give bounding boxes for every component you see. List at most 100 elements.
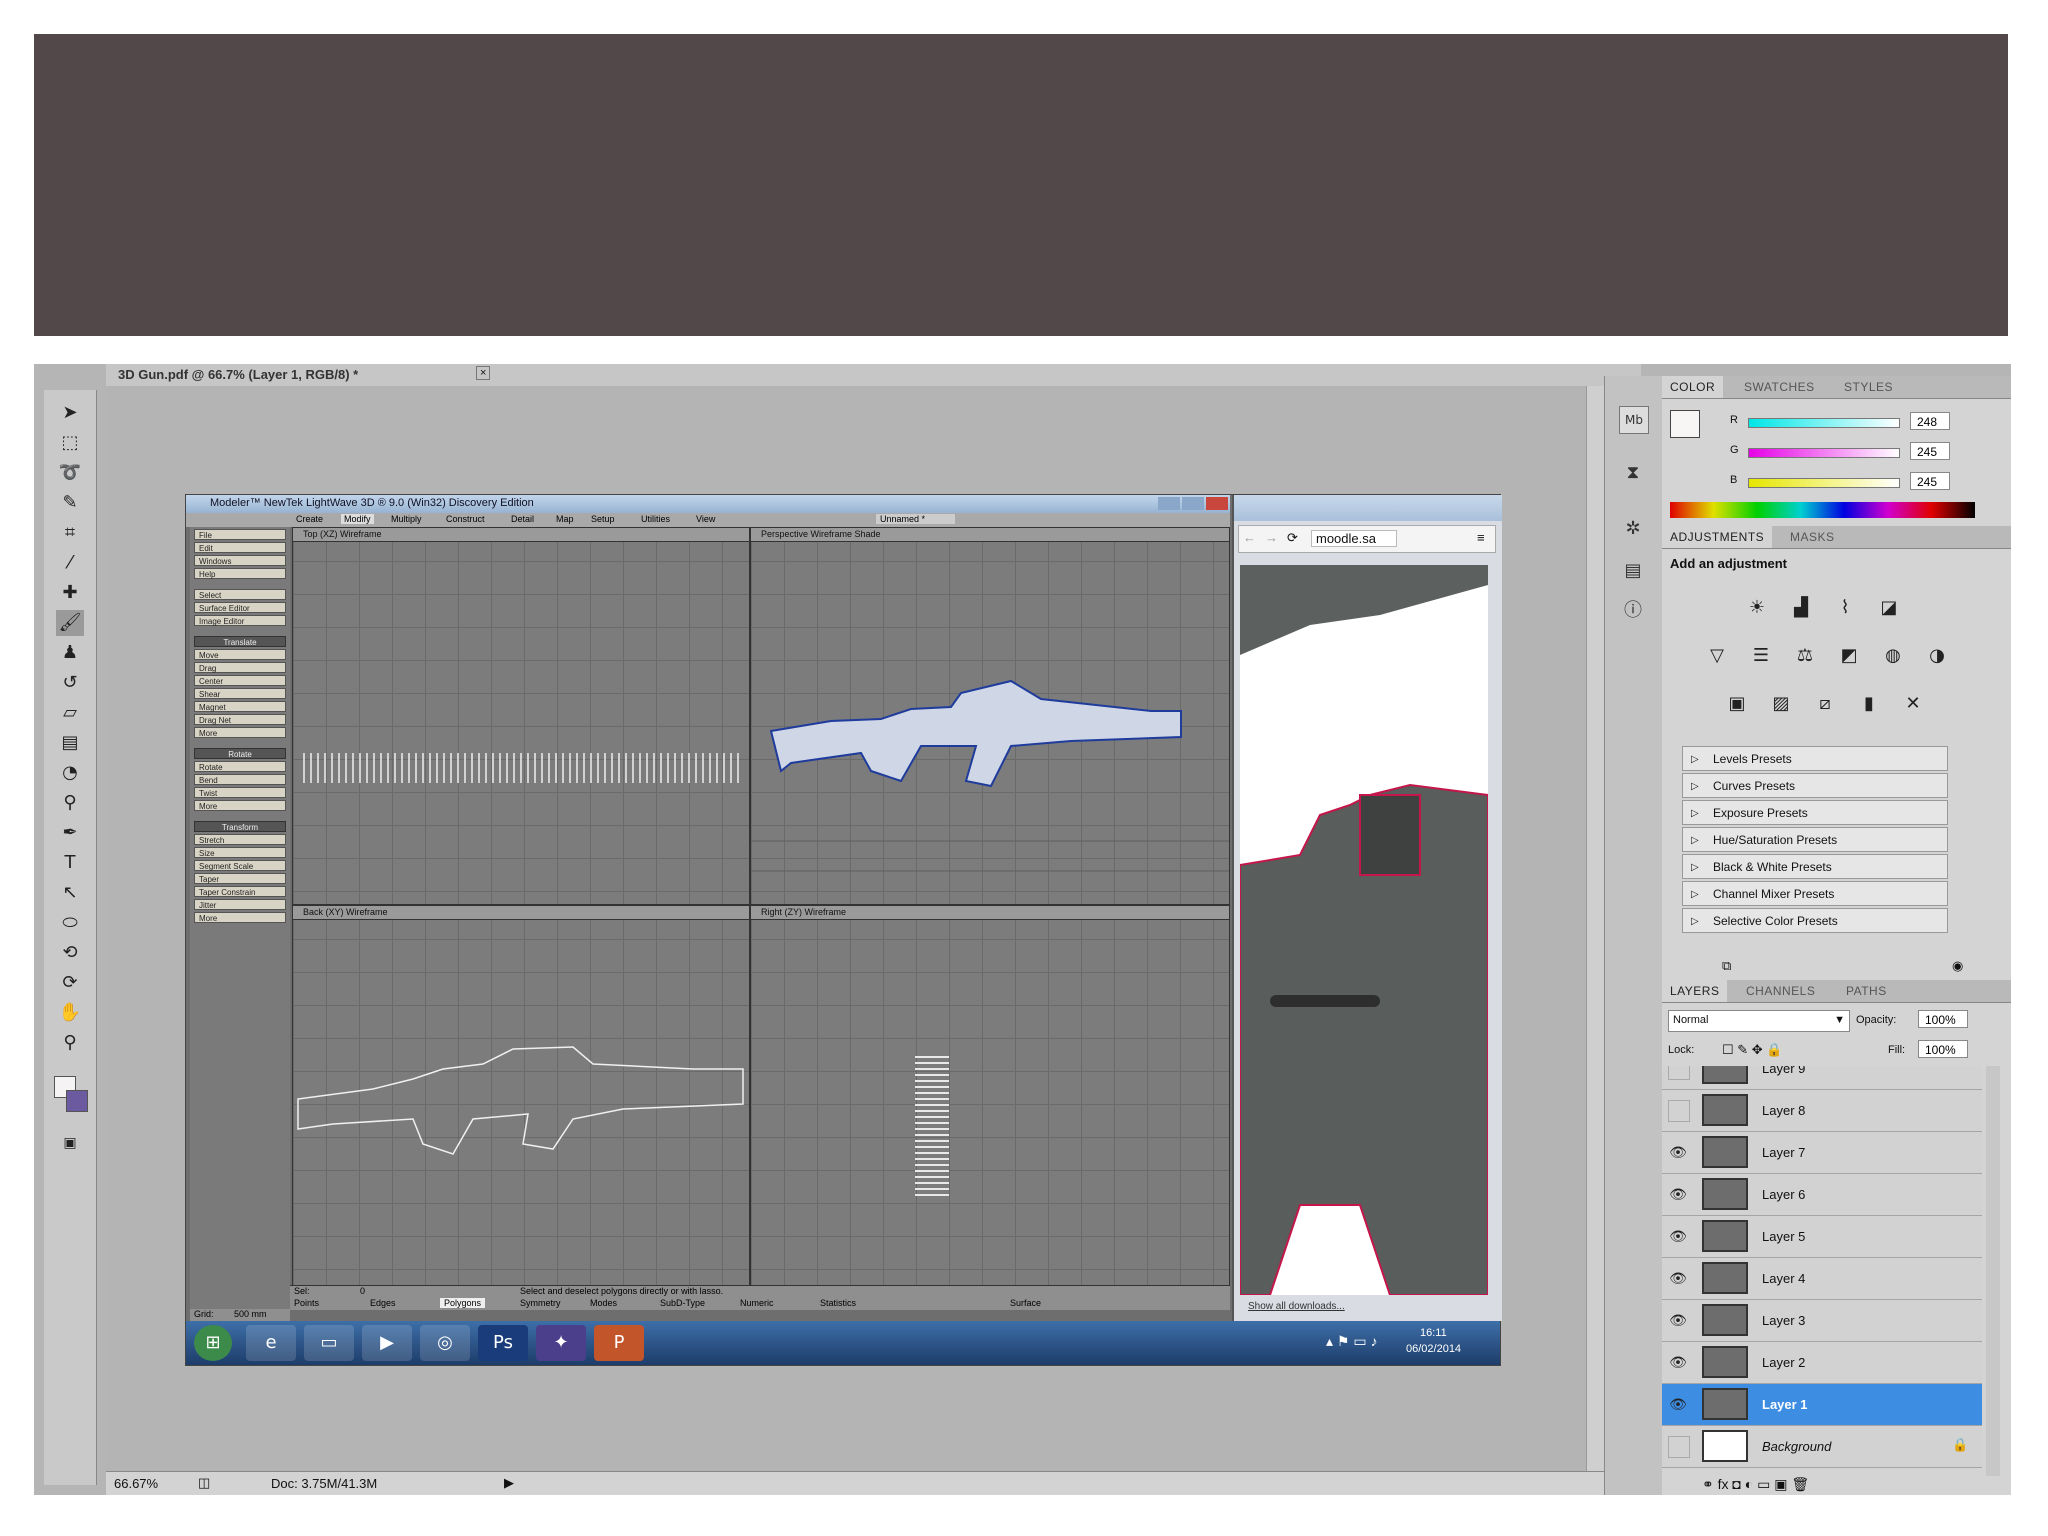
color-spectrum-bar[interactable]: [1670, 502, 1975, 518]
threshold-icon[interactable]: ⧄: [1810, 690, 1840, 718]
maximize-icon[interactable]: [1182, 497, 1204, 510]
mode-symmetry[interactable]: Symmetry: [520, 1298, 561, 1308]
hue-saturation-icon[interactable]: ☰: [1746, 642, 1776, 670]
sidebar-translate-button[interactable]: Magnet: [194, 701, 286, 712]
brush-tool-icon[interactable]: 🖌: [56, 610, 84, 636]
menu-icon[interactable]: ≡: [1477, 530, 1485, 545]
viewport-right[interactable]: Right (ZY) Wireframe: [750, 905, 1230, 1287]
path-select-tool-icon[interactable]: ↖: [56, 880, 84, 906]
mode-statistics[interactable]: Statistics: [820, 1298, 856, 1308]
preset-exposure[interactable]: ▷ Exposure Presets: [1682, 800, 1948, 825]
sidebar-rotate-button[interactable]: Twist: [194, 787, 286, 798]
sidebar-menu-button[interactable]: Help: [194, 568, 286, 579]
sidebar-menu-button[interactable]: Windows: [194, 555, 286, 566]
sidebar-transform-button[interactable]: Size: [194, 847, 286, 858]
tab-detail[interactable]: Detail: [511, 514, 534, 524]
channel-g-value[interactable]: 245: [1910, 442, 1950, 460]
hidden-visibility-icon[interactable]: [1668, 1066, 1690, 1080]
curves-icon[interactable]: ⌇: [1830, 594, 1860, 622]
eyedropper-tool-icon[interactable]: ⁄: [56, 550, 84, 576]
tab-multiply[interactable]: Multiply: [391, 514, 422, 524]
lock-icons[interactable]: ☐ ✎ ✥ 🔒: [1722, 1042, 1782, 1058]
color-balance-icon[interactable]: ⚖: [1790, 642, 1820, 670]
powerpoint-icon[interactable]: P: [594, 1325, 644, 1361]
close-tab-icon[interactable]: ×: [476, 366, 491, 380]
shape-tool-icon[interactable]: ⬭: [56, 910, 84, 936]
eye-icon[interactable]: 👁: [1668, 1352, 1688, 1372]
layer-row[interactable]: 👁 Layer 5: [1662, 1216, 1982, 1258]
tab-styles[interactable]: STYLES: [1836, 376, 1901, 398]
tab-masks[interactable]: MASKS: [1782, 526, 1843, 548]
tab-setup[interactable]: Setup: [591, 514, 615, 524]
hand-tool-icon[interactable]: ✋: [56, 1000, 84, 1026]
layer-row[interactable]: 👁 Layer 4: [1662, 1258, 1982, 1300]
history-icon[interactable]: ⧗: [1619, 460, 1647, 486]
hidden-visibility-icon[interactable]: [1668, 1436, 1690, 1458]
mode-edges[interactable]: Edges: [370, 1298, 396, 1308]
layer-row[interactable]: 👁 Layer 3: [1662, 1300, 1982, 1342]
eye-icon[interactable]: 👁: [1668, 1394, 1688, 1414]
object-select[interactable]: Unnamed *: [876, 514, 956, 524]
brightness-icon[interactable]: ☀: [1742, 594, 1772, 622]
clone-stamp-tool-icon[interactable]: ♟: [56, 640, 84, 666]
levels-icon[interactable]: ▟: [1786, 594, 1816, 622]
tab-view[interactable]: View: [696, 514, 715, 524]
layer-row[interactable]: Layer 8: [1662, 1090, 1982, 1132]
mode-points[interactable]: Points: [294, 1298, 319, 1308]
healing-brush-tool-icon[interactable]: ✚: [56, 580, 84, 606]
sidebar-transform-button[interactable]: Taper: [194, 873, 286, 884]
tab-layers[interactable]: LAYERS: [1662, 980, 1728, 1002]
eye-icon[interactable]: 👁: [1668, 1226, 1688, 1246]
quick-select-tool-icon[interactable]: ✎: [56, 490, 84, 516]
mode-numeric[interactable]: Numeric: [740, 1298, 774, 1308]
mode-polygons[interactable]: Polygons: [440, 1298, 486, 1308]
sidebar-translate-button[interactable]: Drag: [194, 662, 286, 673]
exposure-icon[interactable]: ◪: [1874, 594, 1904, 622]
black-white-icon[interactable]: ◩: [1834, 642, 1864, 670]
history-brush-tool-icon[interactable]: ↺: [56, 670, 84, 696]
forward-icon[interactable]: →: [1265, 530, 1278, 545]
opacity-value[interactable]: 100%: [1918, 1010, 1968, 1028]
eye-icon[interactable]: 👁: [1668, 1142, 1688, 1162]
mode-modes[interactable]: Modes: [590, 1298, 617, 1308]
tab-channels[interactable]: CHANNELS: [1738, 980, 1823, 1002]
histogram-icon[interactable]: ▤: [1619, 558, 1647, 584]
preset-black-white[interactable]: ▷ Black & White Presets: [1682, 854, 1948, 879]
toggle-visibility-icon[interactable]: ◉: [1952, 958, 1963, 974]
preset-hue-saturation[interactable]: ▷ Hue/Saturation Presets: [1682, 827, 1948, 852]
sidebar-translate-button[interactable]: More: [194, 727, 286, 738]
navigator-icon[interactable]: ✲: [1619, 516, 1647, 542]
sidebar-transform-button[interactable]: Stretch: [194, 834, 286, 845]
mode-subd-type[interactable]: SubD-Type: [660, 1298, 705, 1308]
zoom-tool-icon[interactable]: ⚲: [56, 1030, 84, 1056]
marquee-tool-icon[interactable]: ⬚: [56, 430, 84, 456]
tab-map[interactable]: Map: [556, 514, 574, 524]
preset-curves[interactable]: ▷ Curves Presets: [1682, 773, 1948, 798]
channel-g-slider[interactable]: [1748, 448, 1900, 458]
layer-row[interactable]: 👁 Layer 2: [1662, 1342, 1982, 1384]
eye-icon[interactable]: 👁: [1668, 1310, 1688, 1330]
tab-color[interactable]: COLOR: [1662, 376, 1724, 398]
eye-icon[interactable]: 👁: [1668, 1268, 1688, 1288]
type-tool-icon[interactable]: T: [56, 850, 84, 876]
file-explorer-icon[interactable]: ▭: [304, 1325, 354, 1361]
lasso-tool-icon[interactable]: ➰: [56, 460, 84, 486]
tab-swatches[interactable]: SWATCHES: [1736, 376, 1823, 398]
layers-scrollbar[interactable]: [1986, 1066, 2000, 1476]
media-player-icon[interactable]: ▶: [362, 1325, 412, 1361]
posterize-icon[interactable]: ▨: [1766, 690, 1796, 718]
layer-row[interactable]: Layer 9: [1662, 1066, 1982, 1090]
tab-paths[interactable]: PATHS: [1838, 980, 1895, 1002]
channel-b-slider[interactable]: [1748, 478, 1900, 488]
blur-tool-icon[interactable]: ◔: [56, 760, 84, 786]
reload-icon[interactable]: ⟳: [1287, 530, 1298, 546]
channel-mixer-icon[interactable]: ◑: [1922, 642, 1952, 670]
tab-create[interactable]: Create: [296, 514, 323, 524]
sidebar-menu-button[interactable]: Edit: [194, 542, 286, 553]
layer-row[interactable]: 👁 Layer 6: [1662, 1174, 1982, 1216]
preset-channel-mixer[interactable]: ▷ Channel Mixer Presets: [1682, 881, 1948, 906]
photoshop-icon[interactable]: Ps: [478, 1325, 528, 1361]
color-foreground-swatch[interactable]: [1670, 410, 1700, 438]
sidebar-transform-button[interactable]: Taper Constrain: [194, 886, 286, 897]
3d-orbit-tool-icon[interactable]: ⟳: [56, 970, 84, 996]
